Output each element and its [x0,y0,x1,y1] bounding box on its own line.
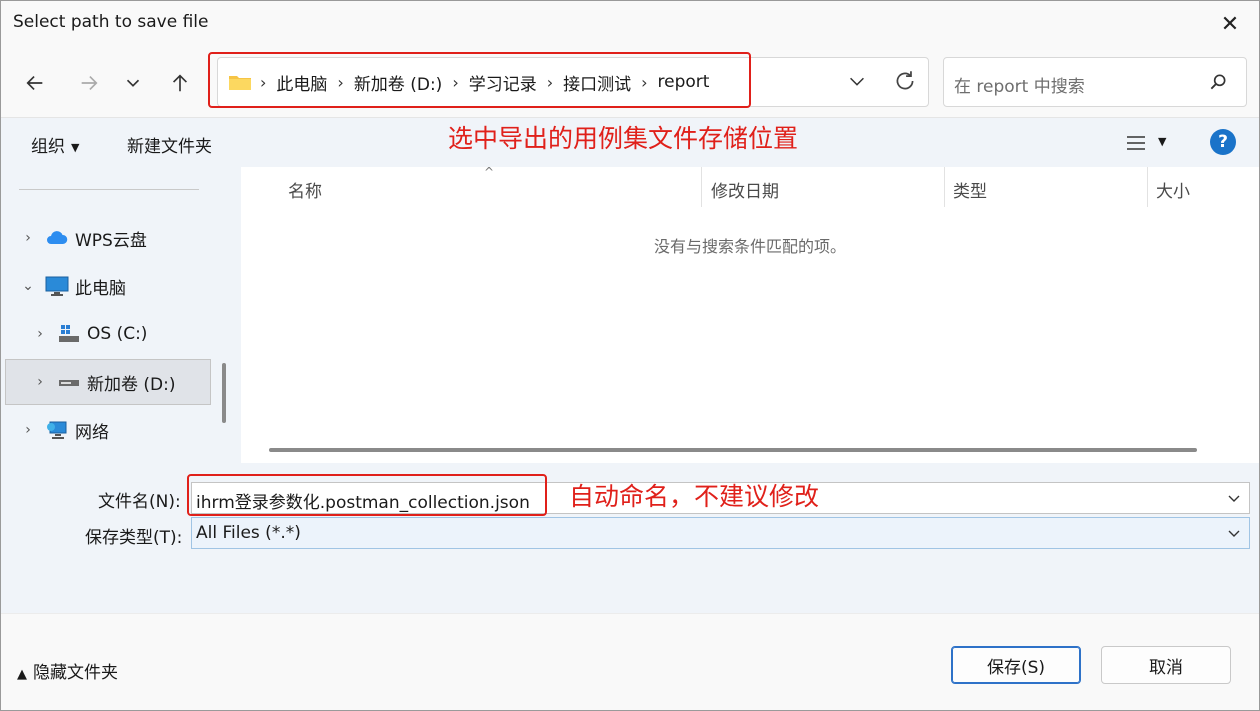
back-arrow-icon [26,75,43,91]
annotation-filename: 自动命名，不建议修改 [569,482,820,511]
back-button[interactable] [19,67,51,99]
column-separator[interactable] [701,167,702,207]
windows-drive-icon [59,325,79,342]
sidebar-divider [19,189,199,190]
file-type-label: 保存类型(T): [85,528,183,548]
close-icon: ✕ [1220,11,1240,37]
column-separator[interactable] [944,167,945,207]
computer-icon [45,276,69,296]
file-type-select[interactable]: All Files (*.*) [191,517,1250,549]
address-history-chevron-icon[interactable] [846,70,868,92]
new-folder-button[interactable]: 新建文件夹 [127,132,212,157]
sidebar-item-label: WPS云盘 [75,230,147,251]
sidebar-item-label: 此电脑 [75,278,126,299]
up-button[interactable] [164,67,196,99]
chevron-down-icon[interactable]: ⌄ [19,278,37,294]
up-arrow-icon [172,74,188,92]
save-dialog: Select path to save file ✕ › 此电脑 › 新加卷 (… [0,0,1260,711]
sidebar-item-this-pc[interactable]: ⌄ 此电脑 [5,263,211,309]
sidebar-scrollbar[interactable] [222,363,226,423]
dialog-footer: ▲ 隐藏文件夹 保存(S) 取消 [1,613,1259,710]
sidebar-item-label: 新加卷 (D:) [87,374,176,395]
search-box[interactable]: 在 report 中搜索 [943,57,1247,107]
help-icon[interactable]: ? [1210,129,1236,155]
list-view-icon[interactable] [1125,133,1147,153]
pane-splitter[interactable] [233,167,241,463]
recent-locations-button[interactable] [117,67,149,99]
drive-icon [59,380,79,386]
sidebar-item-label: OS (C:) [87,324,148,344]
sidebar-item-os-c[interactable]: › OS (C:) [5,311,211,357]
sort-caret-icon: ^ [484,165,495,179]
chevron-down-icon[interactable] [1227,526,1241,540]
navigation-pane: › WPS云盘 ⌄ 此电脑 › OS (C:) › 新加卷 (D:) › 网络 [1,167,233,463]
view-options-caret-icon[interactable]: ▼ [1158,135,1166,148]
column-header-date-modified[interactable]: 修改日期 [711,177,779,202]
chevron-right-icon[interactable]: › [19,230,37,246]
chevron-right-icon[interactable]: › [19,422,37,438]
chevron-down-icon [126,79,140,87]
title-bar: Select path to save file ✕ [1,1,1259,45]
file-list: ^ 名称 修改日期 类型 大小 没有与搜索条件匹配的项。 [241,165,1259,463]
save-button[interactable]: 保存(S) [951,646,1081,684]
sidebar-item-drive-d[interactable]: › 新加卷 (D:) [5,359,211,405]
close-button[interactable]: ✕ [1215,9,1245,39]
empty-message: 没有与搜索条件匹配的项。 [653,237,846,256]
column-header-size[interactable]: 大小 [1156,177,1190,202]
sidebar-item-label: 网络 [75,422,109,443]
address-highlight-box [208,52,751,108]
hide-folders-label: 隐藏文件夹 [33,663,118,683]
chevron-right-icon[interactable]: › [31,374,49,390]
search-placeholder: 在 report 中搜索 [954,77,1085,97]
forward-arrow-icon [81,75,98,91]
hide-folders-toggle[interactable]: ▲ 隐藏文件夹 [17,658,118,683]
cloud-icon [47,231,68,244]
chevron-right-icon[interactable]: › [31,326,49,342]
chevron-up-icon: ▲ [17,667,27,682]
chevron-down-icon[interactable] [1227,491,1241,505]
filename-highlight-box [187,474,547,516]
organize-menu-button[interactable]: 组织 ▼ [31,132,79,157]
column-header-type[interactable]: 类型 [953,177,987,202]
dialog-title: Select path to save file [13,12,209,32]
sidebar-item-network[interactable]: › 网络 [5,407,211,453]
network-icon [47,421,67,439]
file-type-value: All Files (*.*) [196,523,301,543]
cancel-button[interactable]: 取消 [1101,646,1231,684]
caret-down-icon: ▼ [71,140,80,154]
column-separator[interactable] [1147,167,1148,207]
annotation-save-location: 选中导出的用例集文件存储位置 [448,124,799,153]
column-header-name[interactable]: 名称 [288,177,322,202]
organize-label: 组织 [31,137,65,157]
refresh-icon[interactable] [892,68,918,94]
search-icon[interactable] [1208,72,1228,92]
horizontal-scrollbar[interactable] [269,448,1197,452]
filename-label: 文件名(N): [98,492,181,512]
forward-button[interactable] [73,67,105,99]
sidebar-item-wps-cloud[interactable]: › WPS云盘 [5,215,211,261]
